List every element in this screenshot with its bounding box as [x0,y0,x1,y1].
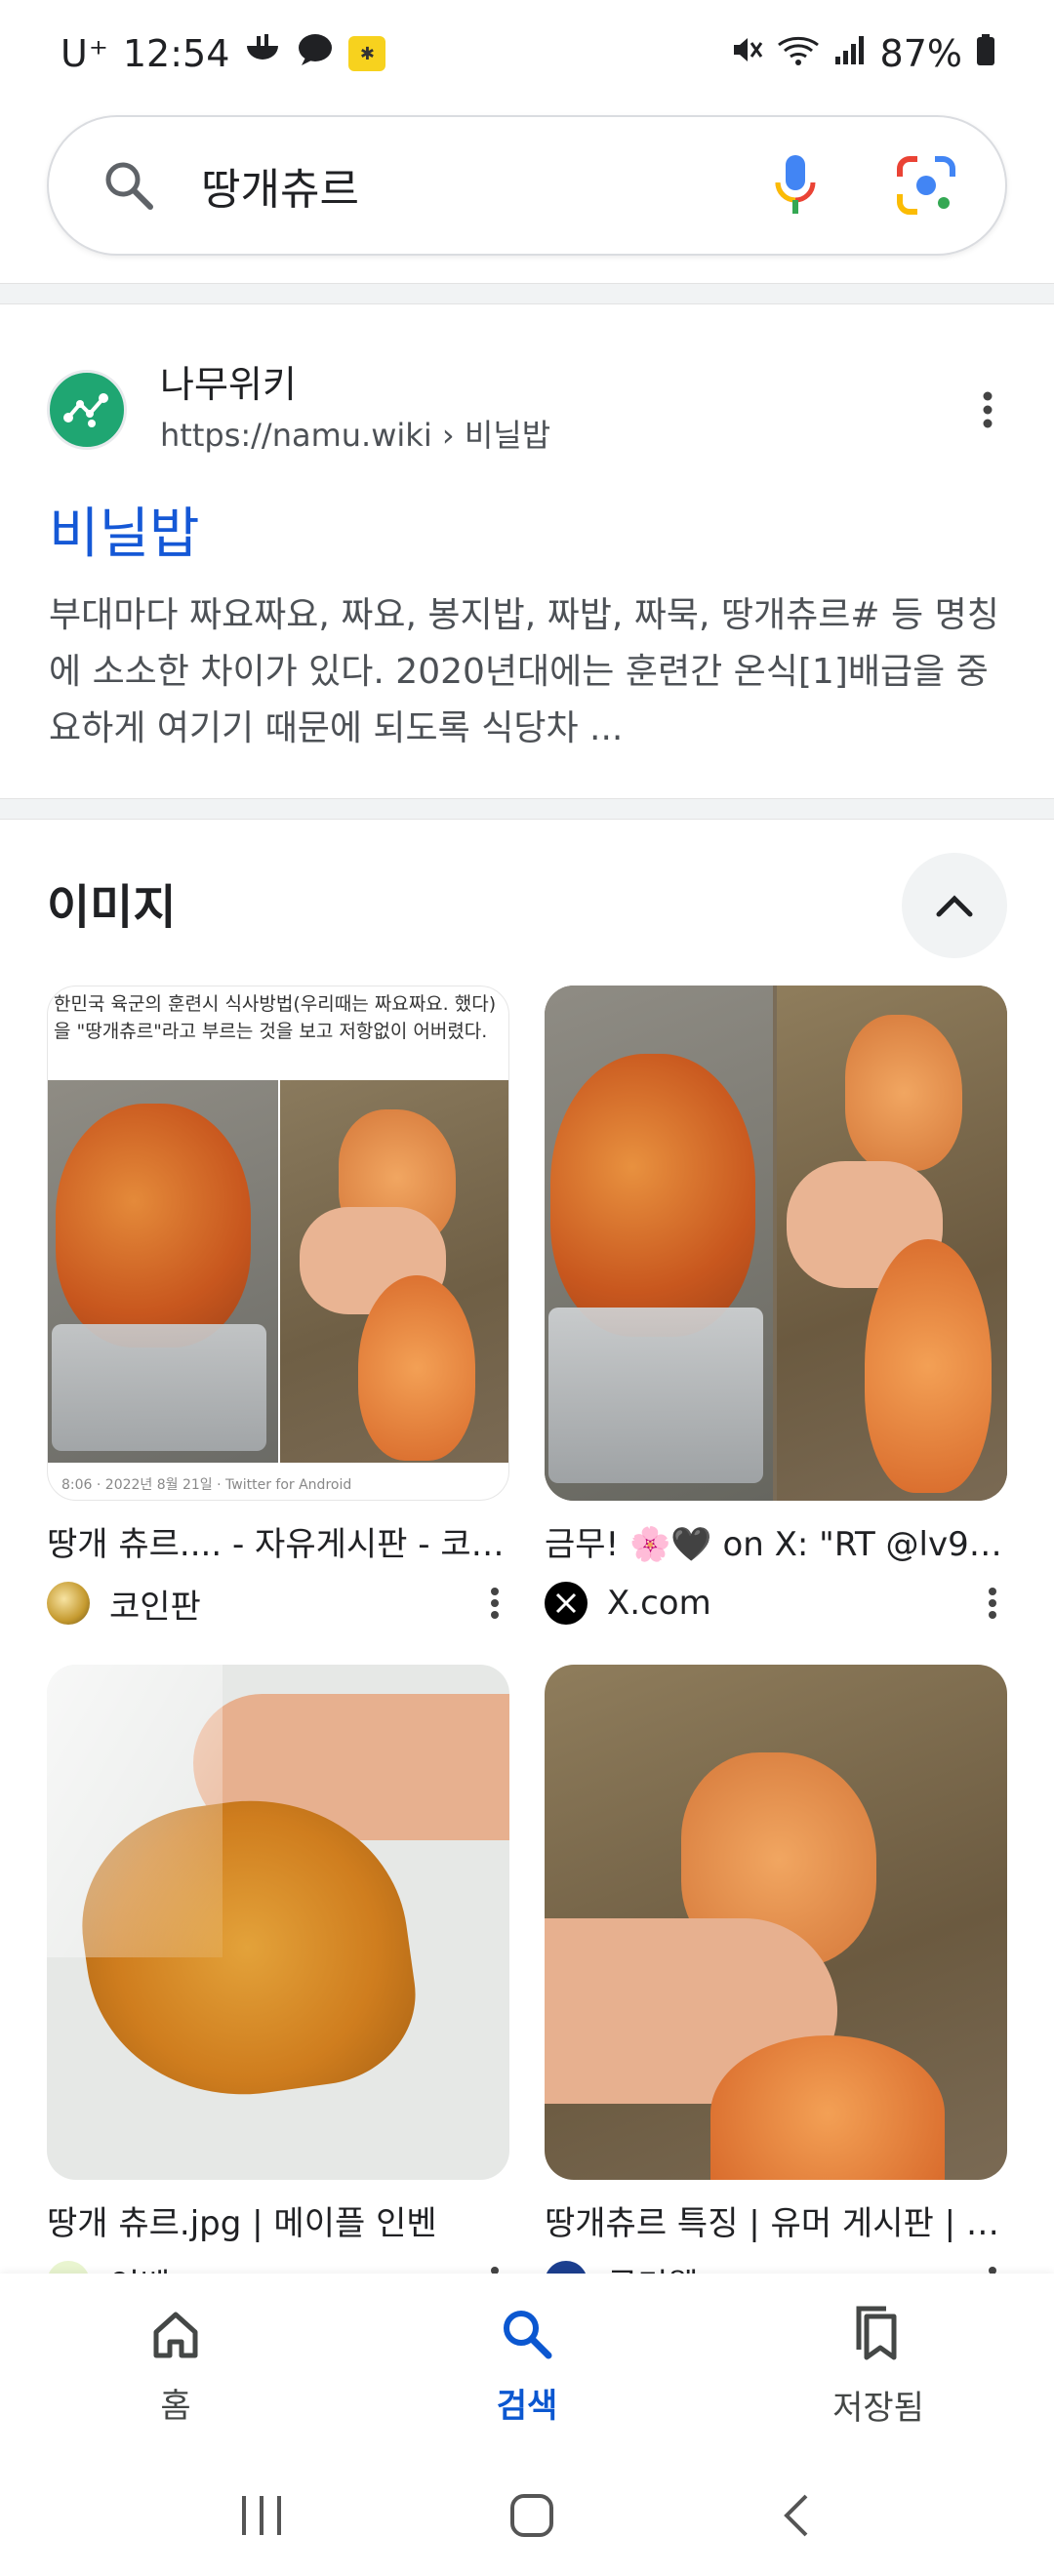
result-site-name: 나무위키 [160,363,297,406]
wifi-icon [777,32,820,75]
home-icon [153,2312,198,2357]
photo-left-panel [48,1080,278,1463]
result-url-domain: https://namu.wiki [160,417,432,454]
coinpan-favicon-icon [47,1582,90,1625]
mute-icon [730,32,763,75]
search-input[interactable]: 땅개츄르 [201,154,761,217]
system-navigation-bar [0,2459,1054,2576]
nav-saved-label: 저장됨 [832,2388,924,2428]
photo-bag-bottom [710,2035,945,2180]
image-caption[interactable]: 땅개 츄르.... - 자유게시판 - 코인판 [47,1522,509,1567]
image-thumbnail[interactable] [47,1665,509,2180]
nav-home-label: 홈 [160,2386,191,2426]
image-thumbnail[interactable]: 한민국 육군의 훈련시 식사방법(우리때는 짜요짜요. 했다)을 "땅개츄르"라… [47,986,509,1501]
section-divider [0,798,1054,820]
images-section-title: 이미지 [47,880,177,935]
image-caption[interactable]: 금무! 🌸🖤 on X: "RT @lv99... [545,1522,1007,1567]
result-source-text: 나무위키 https://namu.wiki › 비닐밥 [160,362,968,458]
battery-percent: 87% [879,32,962,75]
photo-plastic-sheen [47,1665,223,1957]
result-more-icon[interactable] [968,381,1007,439]
search-bar-container: 땅개츄르 [47,115,1007,256]
nav-home[interactable]: 홈 [29,2307,322,2427]
battery-icon [976,32,995,75]
google-lens-icon[interactable] [892,151,960,220]
image-thumbnail[interactable] [545,986,1007,1501]
chat-icon [296,32,335,76]
bottom-navigation: 홈 검색 저장됨 [0,2274,1054,2459]
search-bar[interactable]: 땅개츄르 [47,115,1007,256]
image-result[interactable]: 금무! 🌸🖤 on X: "RT @lv99... X.com [545,986,1007,1628]
home-button-icon[interactable] [508,2492,555,2543]
image-result[interactable]: 한민국 육군의 훈련시 식사방법(우리때는 짜요짜요. 했다)을 "땅개츄르"라… [47,986,509,1628]
photo-left-panel [545,986,773,1501]
result-title-link[interactable]: 비닐밥 [49,490,200,569]
result-url: https://namu.wiki › 비닐밥 [160,413,968,458]
image-source-row: X.com [545,1579,1007,1628]
chevron-up-icon [936,895,973,917]
notification-icon [243,32,282,76]
app-badge-icon: ✱ [348,36,386,71]
image-footer-text: 8:06 · 2022년 8월 21일 · Twitter for Androi… [61,1477,352,1493]
namuwiki-favicon-icon [47,370,127,450]
image-caption[interactable]: 땅개츄르 특징 | 유머 게시판 | R... [545,2201,1007,2246]
status-left: U⁺ 12:54 ✱ [61,32,386,76]
status-bar: U⁺ 12:54 ✱ 87% [0,0,1054,107]
collapse-button[interactable] [902,853,1007,958]
image-more-icon[interactable] [480,1579,509,1628]
search-icon [100,156,158,215]
image-result[interactable]: 땅개 츄르.jpg | 메이플 인벤 iv 인벤 [47,1665,509,2307]
search-result[interactable]: 나무위키 https://namu.wiki › 비닐밥 비닐밥 부대마다 짜요… [0,304,1054,792]
image-overlay-text: 한민국 육군의 훈련시 식사방법(우리때는 짜요짜요. 했다)을 "땅개츄르"라… [54,993,497,1042]
image-thumbnail[interactable] [545,1665,1007,2180]
image-source-row: 코인판 [47,1579,509,1628]
result-source-row[interactable]: 나무위키 https://namu.wiki › 비닐밥 [47,361,1007,459]
image-result[interactable]: 땅개츄르 특징 | 유머 게시판 | R... 루리웹 [545,1665,1007,2307]
clock: 12:54 [122,32,230,75]
nav-search[interactable]: 검색 [381,2307,673,2427]
x-logo-icon [545,1582,588,1625]
result-snippet: 부대마다 짜요짜요, 짜요, 봉지밥, 짜밥, 짜묵, 땅개츄르# 등 명칭에 … [49,595,999,748]
recent-apps-icon[interactable] [238,2494,287,2541]
signal-icon [833,32,867,75]
bookmarks-icon [856,2306,897,2359]
nav-saved[interactable]: 저장됨 [732,2305,1025,2429]
image-more-icon[interactable] [978,1579,1007,1628]
result-url-breadcrumb: › 비닐밥 [441,417,551,454]
image-source-name: X.com [607,1584,711,1623]
image-caption[interactable]: 땅개 츄르.jpg | 메이플 인벤 [47,2201,509,2246]
page: U⁺ 12:54 ✱ 87% 땅개츄르 나무위키 https://namu.wi… [0,0,1054,2576]
carrier-label: U⁺ [61,32,109,75]
search-icon [504,2310,552,2358]
photo-right-panel [777,986,1007,1501]
back-icon[interactable] [777,2492,816,2543]
status-right: 87% [730,32,995,75]
photo-right-panel [280,1080,508,1463]
mic-icon[interactable] [761,151,830,220]
section-divider [0,283,1054,304]
image-source-name: 코인판 [109,1587,201,1627]
nav-search-label: 검색 [496,2386,558,2426]
